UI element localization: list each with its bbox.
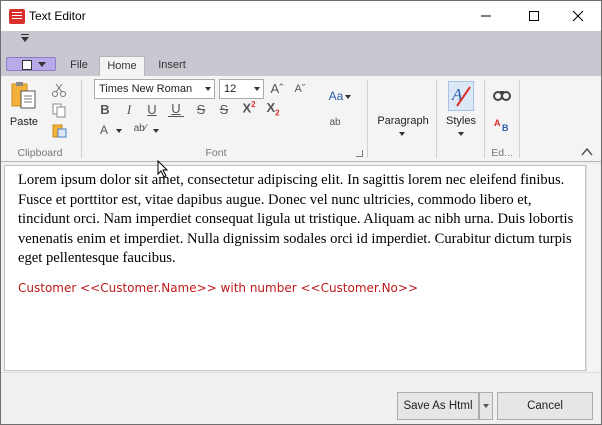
collapse-ribbon-icon[interactable] [581, 147, 593, 156]
maximize-icon [529, 11, 539, 21]
text-editor-window: Text Editor File Home Insert Paste Clipb… [0, 0, 602, 425]
font-name-combo[interactable]: Times New Roman [94, 79, 215, 99]
double-underline-icon[interactable]: U [168, 102, 184, 117]
font-name-value: Times New Roman [99, 83, 193, 95]
maximize-button[interactable] [511, 1, 557, 31]
font-size-combo[interactable]: 12 [219, 79, 264, 99]
minimize-icon [481, 15, 491, 17]
tab-insert[interactable]: Insert [147, 56, 197, 76]
font-size-value: 12 [224, 83, 237, 95]
clipboard-group-label: Clipboard [17, 147, 63, 159]
paste-special-icon[interactable] [52, 123, 67, 138]
group-separator [484, 80, 485, 158]
editing-group-label: Ed... [491, 147, 513, 159]
save-options-dropdown-button[interactable] [479, 392, 493, 420]
document-editor[interactable]: Lorem ipsum dolor sit amet, consectetur … [4, 165, 586, 371]
italic-icon[interactable]: I [121, 102, 137, 118]
dialog-footer: Save As Html Cancel [1, 372, 601, 424]
copy-icon[interactable] [52, 103, 66, 118]
find-icon[interactable] [493, 88, 511, 102]
merge-field-line: Customer <<Customer.Name>> with number <… [18, 281, 419, 295]
document-body-text: Lorem ipsum dolor sit amet, consectetur … [18, 172, 574, 267]
window-title: Text Editor [29, 9, 86, 23]
superscript-icon[interactable]: X2 [241, 100, 257, 115]
styles-gallery-icon[interactable]: A [448, 81, 474, 111]
group-separator [367, 80, 368, 158]
save-as-html-button[interactable]: Save As Html [397, 392, 479, 420]
highlight-icon[interactable]: ab∕ [131, 123, 149, 134]
customize-toolbar-icon[interactable] [21, 34, 29, 42]
font-group-label: Font [205, 147, 227, 159]
cancel-button[interactable]: Cancel [497, 392, 593, 420]
underline-icon[interactable]: U [144, 102, 160, 117]
title-bar: Text Editor [1, 1, 601, 31]
cut-icon[interactable] [51, 83, 67, 97]
group-separator [81, 80, 82, 158]
ribbon-tab-row: File Home Insert [1, 51, 601, 76]
minimize-button[interactable] [463, 1, 509, 31]
chevron-down-icon[interactable] [399, 132, 405, 136]
replace-icon[interactable]: A B [494, 116, 510, 132]
subscript-icon[interactable]: X2 [265, 100, 281, 118]
chevron-down-icon[interactable] [153, 129, 159, 133]
close-button[interactable] [555, 1, 601, 31]
quick-access-toolbar [1, 31, 601, 51]
tab-file[interactable]: File [61, 56, 97, 76]
styles-button[interactable]: Styles [441, 115, 481, 127]
change-case-icon[interactable]: Aa [326, 89, 346, 103]
paste-icon[interactable] [11, 81, 37, 109]
svg-text:A: A [494, 118, 501, 128]
styles-icon: A [451, 85, 471, 107]
application-menu-button[interactable] [6, 57, 56, 71]
bold-icon[interactable]: B [97, 102, 113, 117]
tab-home[interactable]: Home [99, 56, 145, 76]
double-strikethrough-icon[interactable]: S [216, 102, 232, 117]
close-icon [572, 10, 584, 22]
font-dialog-launcher-icon[interactable] [356, 150, 363, 157]
chevron-down-icon [205, 87, 211, 91]
group-separator [436, 80, 437, 158]
chevron-down-icon[interactable] [116, 129, 122, 133]
clear-formatting-icon[interactable]: ab [327, 117, 343, 128]
chevron-down-icon [254, 87, 260, 91]
svg-text:B: B [502, 123, 509, 132]
shrink-font-icon[interactable]: Aˇ [292, 83, 308, 95]
paste-button[interactable]: Paste [7, 116, 41, 128]
vertical-scrollbar[interactable] [586, 165, 600, 371]
paragraph-button[interactable]: Paragraph [373, 115, 433, 127]
font-color-icon[interactable]: A [96, 123, 112, 137]
chevron-down-icon[interactable] [458, 132, 464, 136]
app-icon [9, 9, 25, 24]
strikethrough-icon[interactable]: S [193, 102, 209, 117]
mouse-cursor-icon [157, 160, 169, 178]
group-separator [519, 80, 520, 158]
grow-font-icon[interactable]: Aˆ [269, 81, 285, 96]
ribbon: Paste Clipboard Times New Roman 12 Aˆ Aˇ [1, 76, 601, 162]
chevron-down-icon[interactable] [345, 95, 351, 99]
